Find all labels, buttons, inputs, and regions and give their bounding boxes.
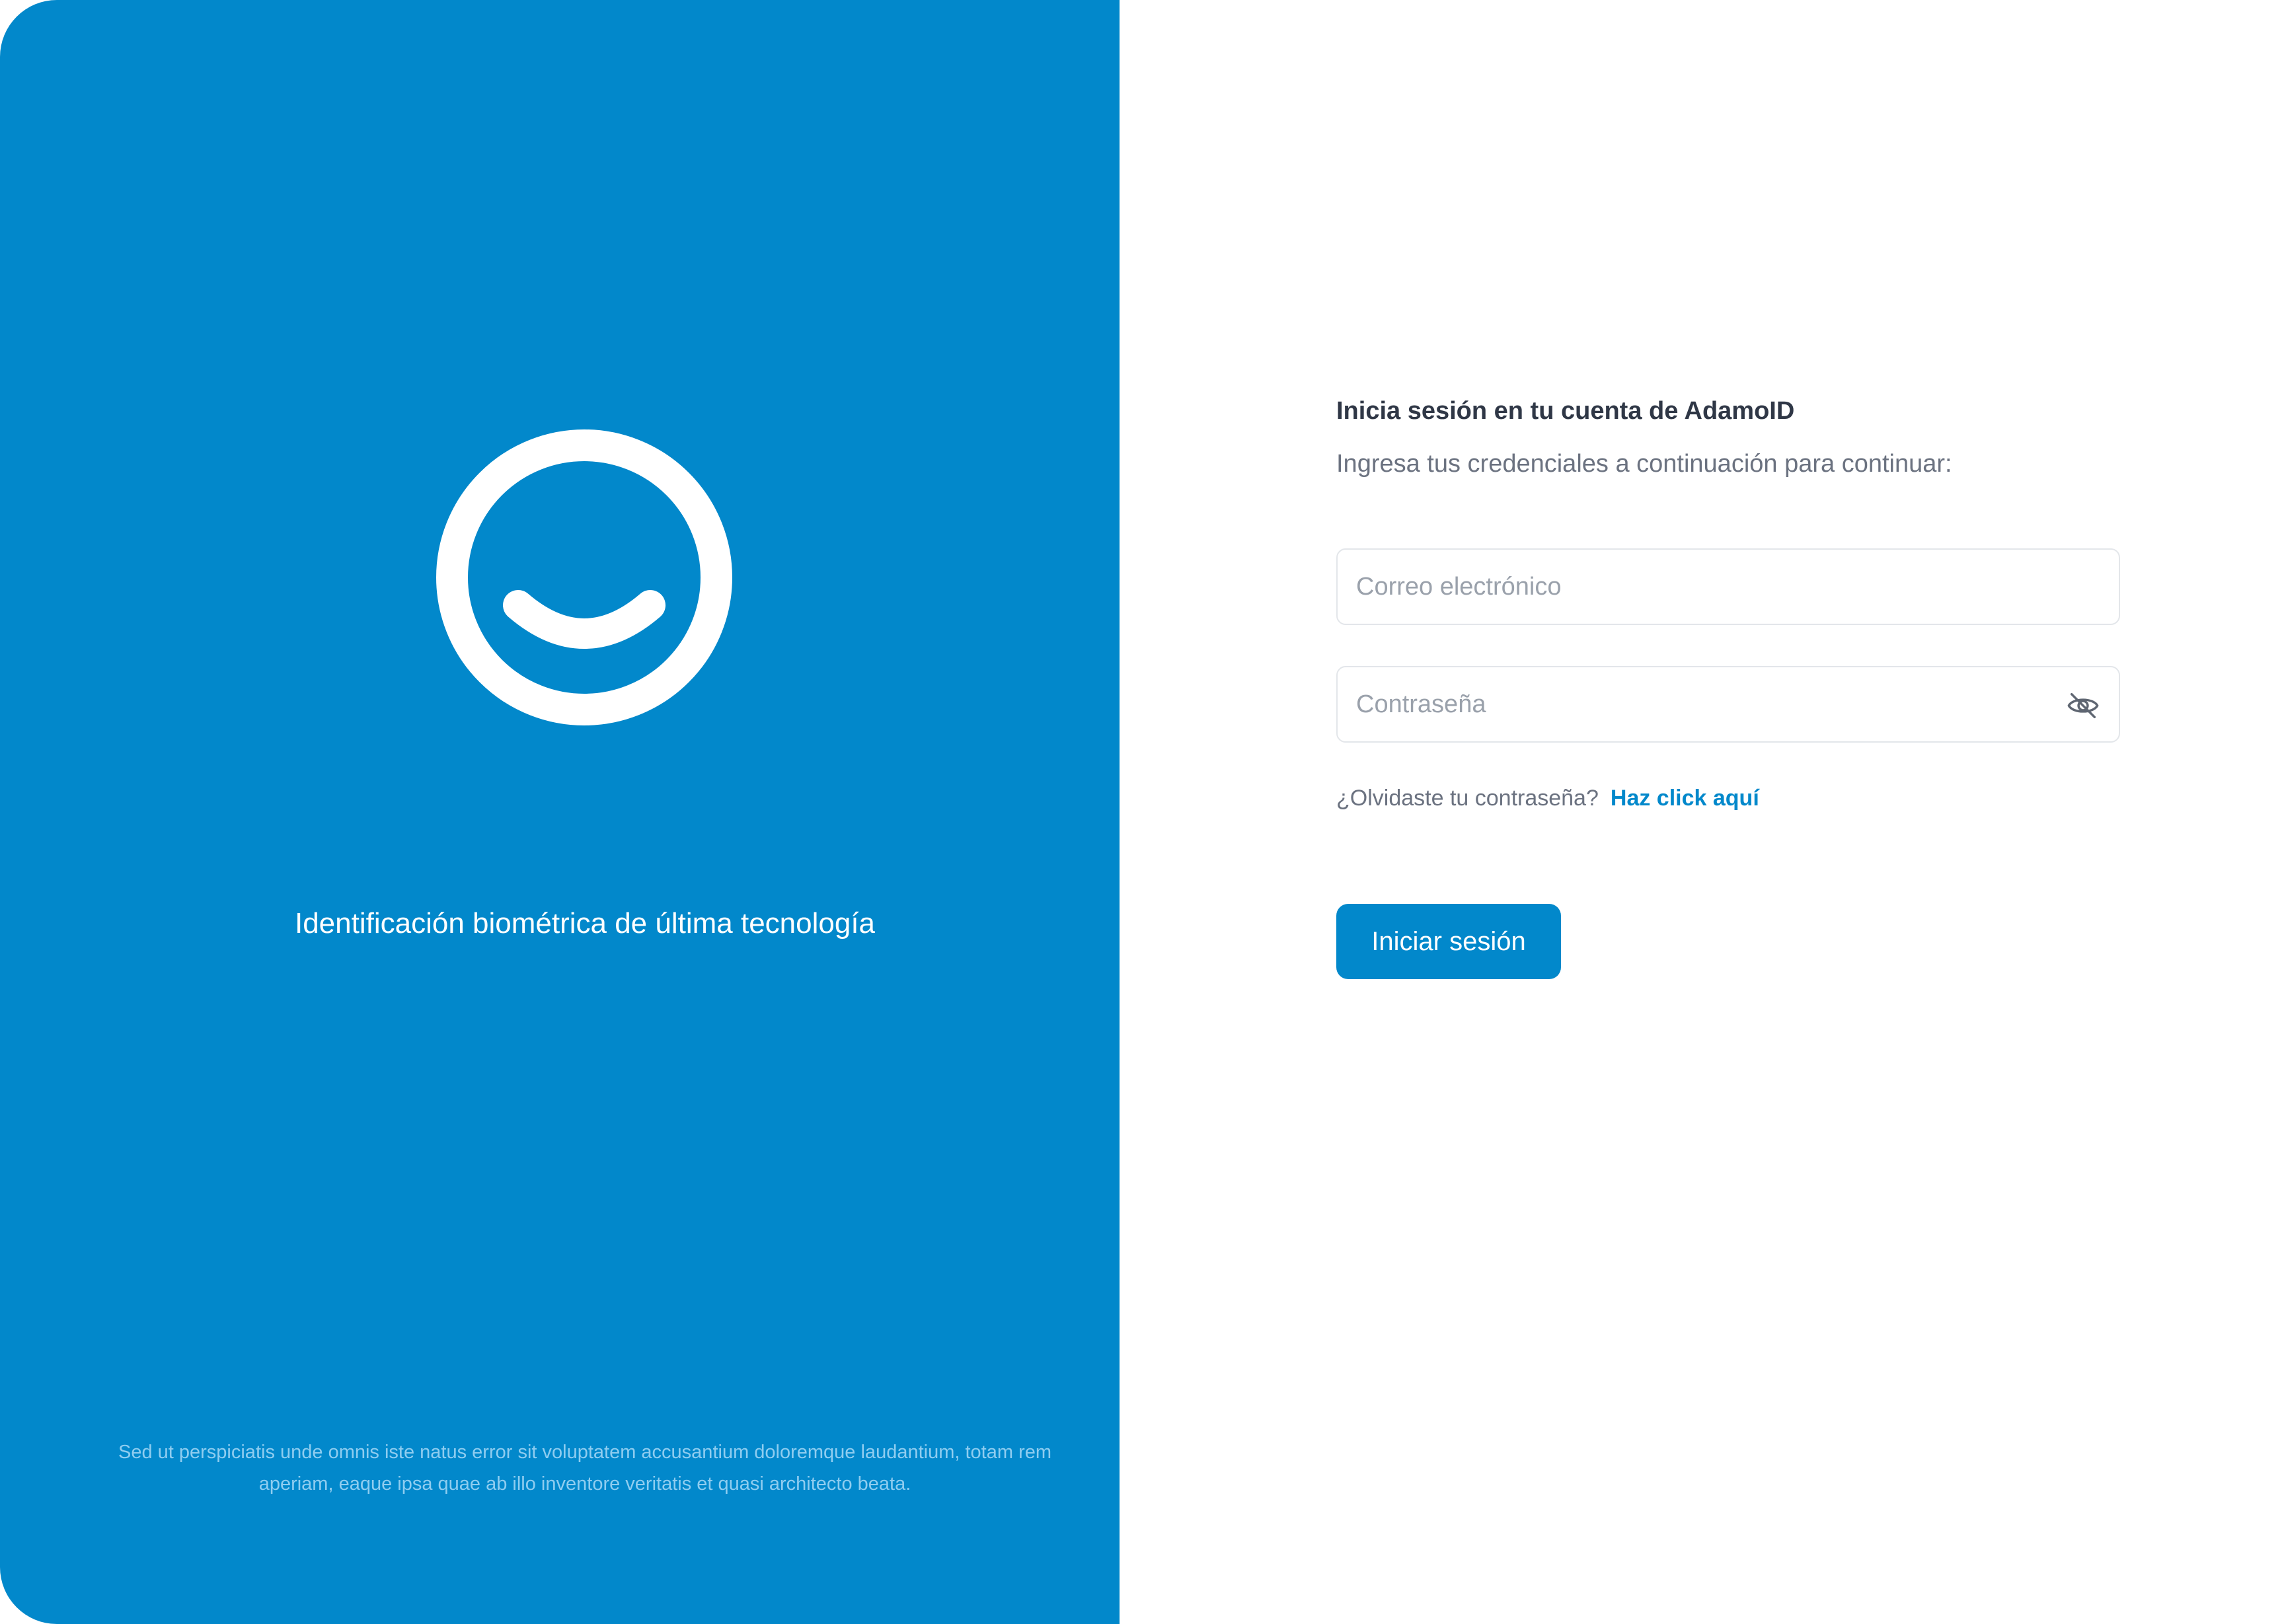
password-field [1336, 666, 2120, 743]
brand-footer-text: Sed ut perspiciatis unde omnis iste natu… [118, 1442, 1052, 1495]
brand-tagline: Identificación biométrica de última tecn… [294, 907, 876, 940]
password-input[interactable] [1338, 667, 2119, 741]
eye-off-icon[interactable] [2066, 688, 2100, 723]
email-input[interactable] [1338, 550, 2119, 624]
login-title: Inicia sesión en tu cuenta de AdamoID [1336, 397, 1795, 425]
login-subtitle: Ingresa tus credenciales a continuación … [1336, 450, 1952, 478]
login-button[interactable]: Iniciar sesión [1336, 904, 1561, 979]
email-field [1336, 548, 2120, 625]
login-page: Identificación biométrica de última tecn… [0, 0, 2284, 1624]
forgot-password-link[interactable]: Haz click aquí [1611, 786, 1759, 811]
login-form: Inicia sesión en tu cuenta de AdamoID In… [1336, 0, 2123, 1624]
forgot-password-row: ¿Olvidaste tu contraseña? Haz click aquí [1336, 781, 1759, 815]
brand-panel: Identificación biométrica de última tecn… [0, 0, 1120, 1624]
forgot-password-text: ¿Olvidaste tu contraseña? [1336, 786, 1599, 811]
smiley-logo-icon [436, 429, 732, 725]
